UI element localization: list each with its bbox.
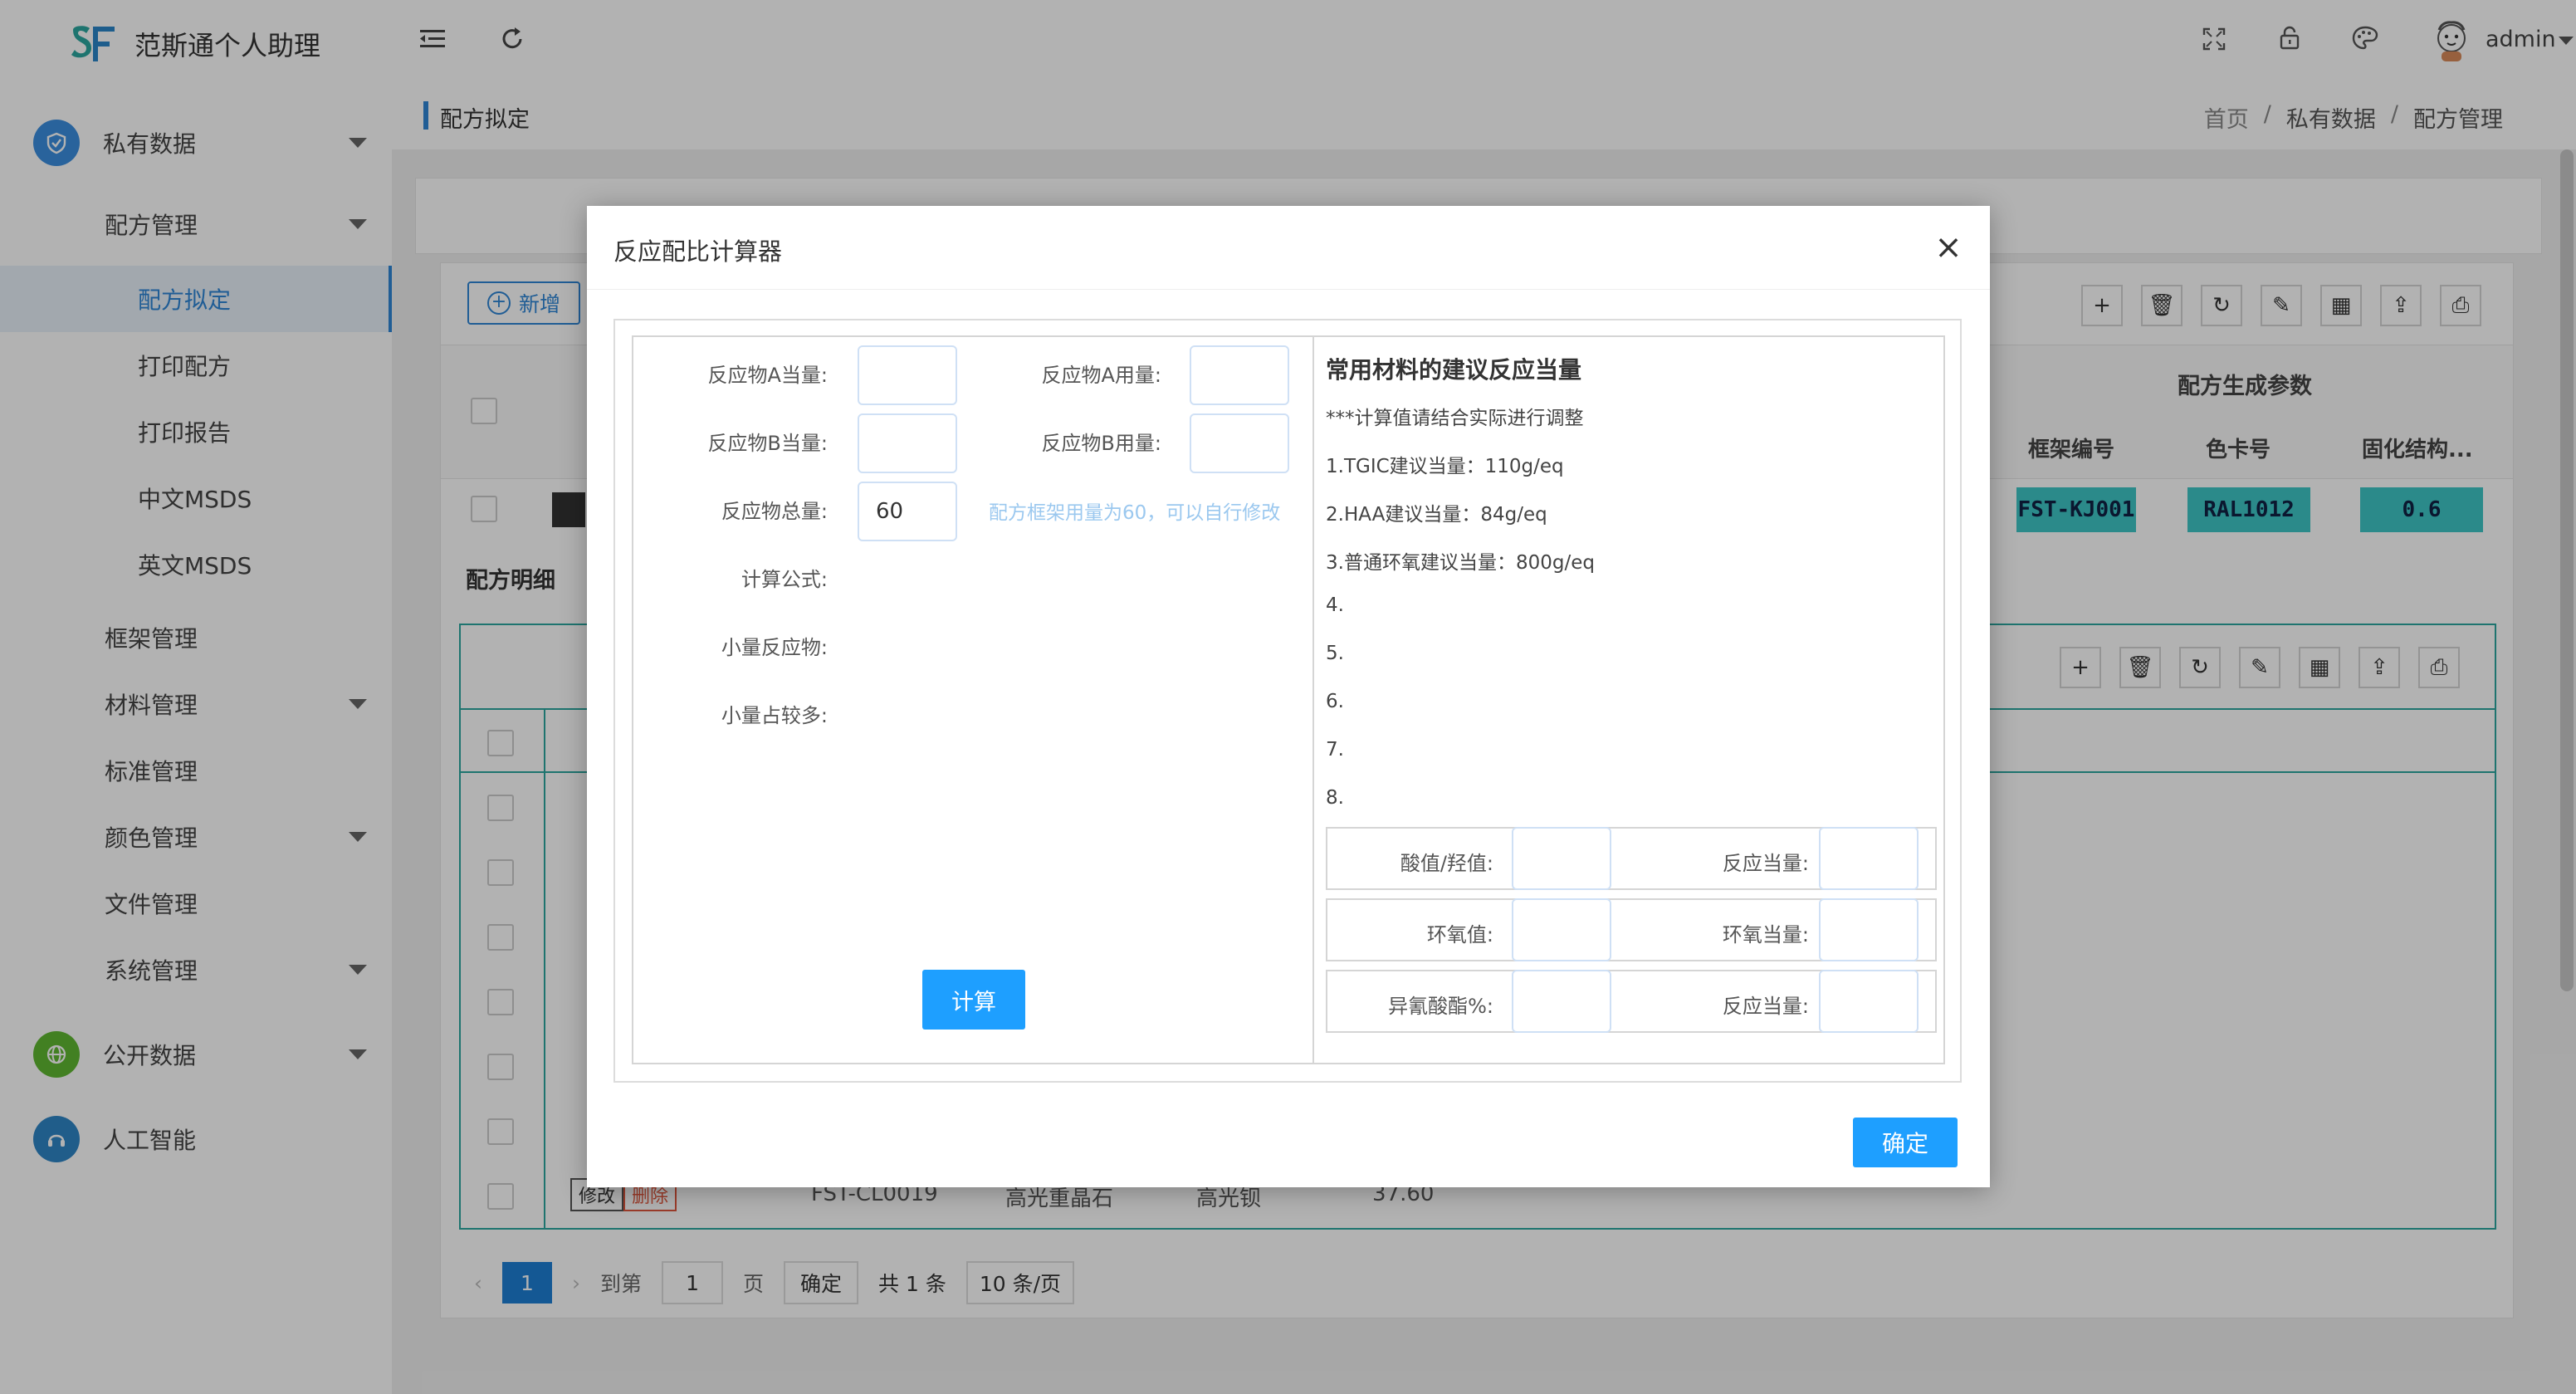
minor-reactant-label: 小量反应物: [721, 636, 828, 659]
epoxy-value-input[interactable] [1512, 898, 1611, 961]
isocyanate-row: 异氰酸酯%: 反应当量: [1326, 970, 1937, 1033]
reactant-b-amount-label: 反应物B用量: [1041, 432, 1161, 455]
reaction-eq-label: 反应当量: [1722, 995, 1809, 1018]
reactant-a-eq-label: 反应物A当量: [707, 364, 828, 387]
epoxy-eq-label: 环氧当量: [1722, 923, 1809, 946]
reference-line: 5. [1326, 643, 1344, 664]
reaction-eq-input[interactable] [1819, 970, 1919, 1033]
reaction-eq-label: 反应当量: [1722, 852, 1809, 875]
acid-value-label: 酸值/羟值: [1400, 852, 1493, 875]
reactant-a-amount-label: 反应物A用量: [1041, 364, 1161, 387]
reference-line: 4. [1326, 594, 1344, 616]
isocyanate-label: 异氰酸酯%: [1388, 995, 1493, 1018]
total-amount-value: 60 [876, 499, 904, 524]
acid-value-input[interactable] [1512, 827, 1611, 890]
isocyanate-input[interactable] [1512, 970, 1611, 1033]
reactant-b-eq-label: 反应物B当量: [707, 432, 828, 455]
epoxy-eq-input[interactable] [1819, 898, 1919, 961]
reaction-eq-input[interactable] [1819, 827, 1919, 890]
total-amount-input[interactable]: 60 [858, 482, 957, 541]
acid-value-row: 酸值/羟值: 反应当量: [1326, 827, 1937, 890]
minor-excess-label: 小量占较多: [721, 704, 828, 727]
epoxy-value-row: 环氧值: 环氧当量: [1326, 898, 1937, 961]
dialog-header: 反应配比计算器 × [587, 206, 1990, 290]
reactant-a-amount-input[interactable] [1190, 345, 1289, 405]
reactant-a-eq-input[interactable] [858, 345, 957, 405]
dialog-title: 反应配比计算器 [613, 237, 783, 266]
reference-line: 7. [1326, 739, 1344, 761]
reference-line: 8. [1326, 787, 1344, 809]
total-amount-label: 反应物总量: [721, 500, 828, 523]
reaction-calculator-dialog: 反应配比计算器 × 反应物A当量: 反应物A用量: 反应物B当量: 反应物B用量… [587, 206, 1990, 1187]
calculate-button[interactable]: 计算 [922, 970, 1025, 1030]
reference-line: 1.TGIC建议当量：110g/eq [1326, 456, 1564, 477]
formula-label: 计算公式: [741, 568, 828, 591]
reactant-b-amount-input[interactable] [1190, 413, 1289, 473]
reference-line: 2.HAA建议当量：84g/eq [1326, 504, 1547, 526]
total-amount-hint: 配方框架用量为60，可以自行修改 [989, 502, 1281, 524]
reference-line: 6. [1326, 691, 1344, 712]
confirm-button[interactable]: 确定 [1853, 1118, 1958, 1167]
epoxy-value-label: 环氧值: [1426, 923, 1493, 946]
reference-title: 常用材料的建议反应当量 [1326, 356, 1582, 384]
reference-line: 3.普通环氧建议当量：800g/eq [1326, 552, 1595, 574]
reference-note: ***计算值请结合实际进行调整 [1326, 408, 1584, 429]
reactant-b-eq-input[interactable] [858, 413, 957, 473]
close-icon[interactable]: × [1932, 231, 1965, 264]
